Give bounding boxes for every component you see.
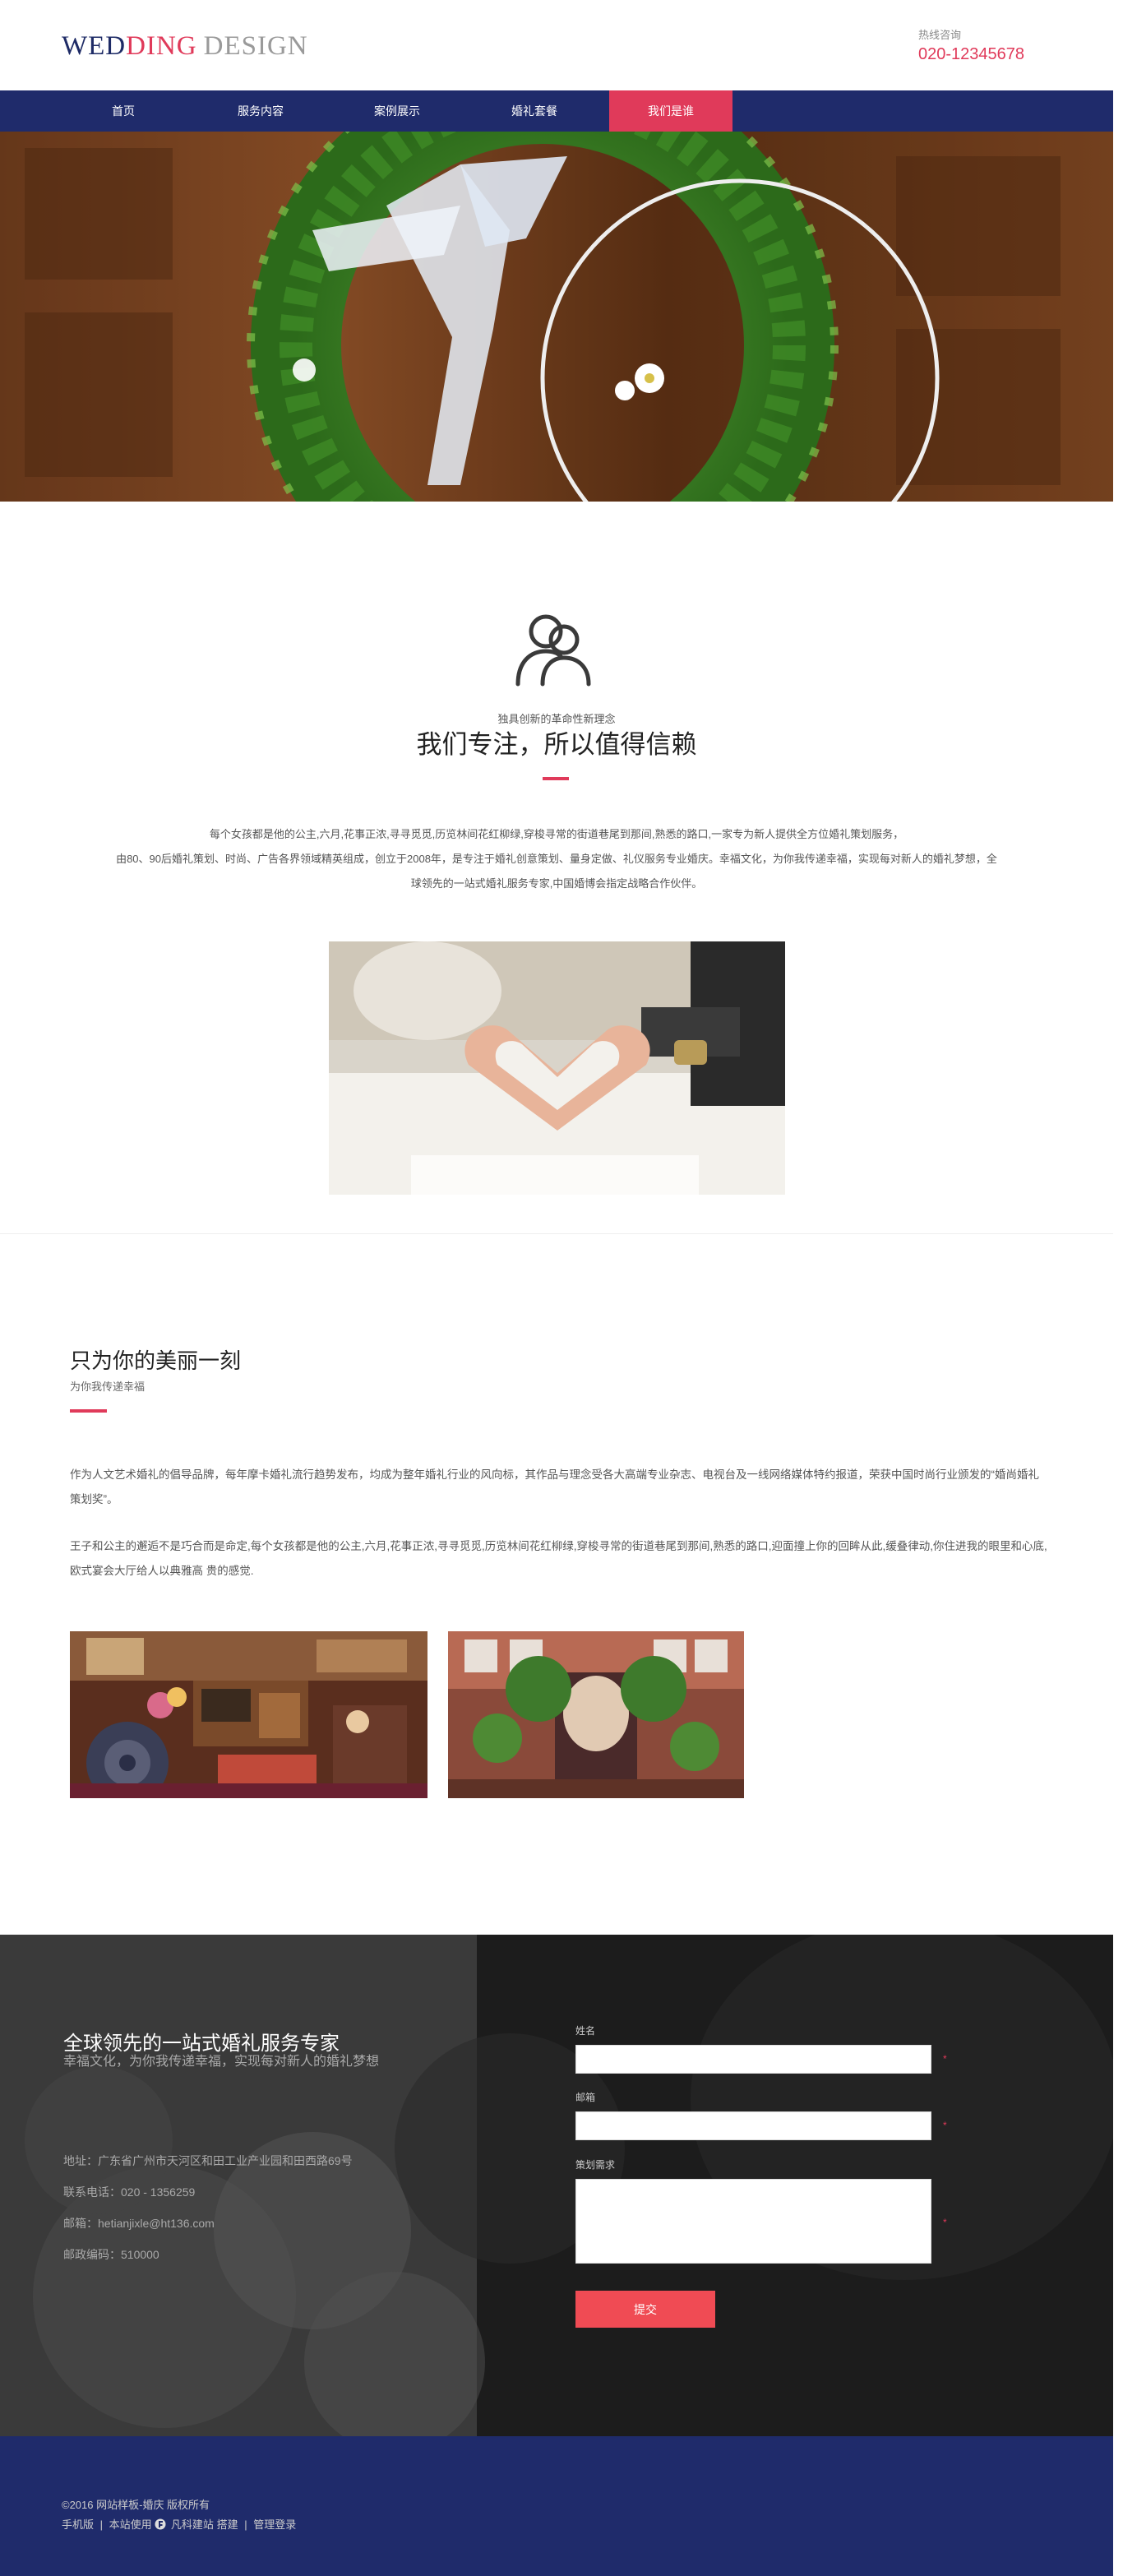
intro-desc-line: 每个女孩都是他的公主,六月,花事正浓,寻寻觅觅,历览林间花红柳绿,穿梭寻常的街道… (209, 828, 904, 840)
hero-banner (0, 132, 1113, 502)
logo-text-part3: DESIGN (203, 31, 308, 61)
contact-postcode: 邮政编码：510000 (63, 2248, 159, 2261)
logo[interactable]: WEDDING DESIGN (62, 31, 308, 62)
footer-separator: | (244, 2518, 247, 2531)
footer-links: 手机版 | 本站使用 凡科建站 搭建 | 管理登录 (62, 2516, 296, 2532)
required-mark: * (943, 2120, 947, 2131)
contact-address: 地址：广东省广州市天河区和田工业产业园和田西路69号 (63, 2154, 353, 2167)
fanke-logo-icon (155, 2518, 166, 2530)
powered-prefix: 本站使用 (109, 2518, 152, 2531)
mobile-version-link[interactable]: 手机版 (62, 2518, 94, 2531)
intro-desc-line: 由80、90后婚礼策划、时尚、广告各界领域精英组成，创立于2008年，是专注于婚… (116, 853, 997, 865)
moment-title: 只为你的美丽一刻 (70, 1348, 242, 1373)
nav-item-home[interactable]: 首页 (62, 90, 185, 132)
logo-text-part1: WED (62, 31, 127, 61)
powered-brand-link[interactable]: 凡科建站 (171, 2518, 214, 2531)
footer: ©2016 网站样板-婚庆 版权所有 手机版 | 本站使用 凡科建站 搭建 | … (0, 2436, 1113, 2576)
contact-phone: 联系电话：020 - 1356259 (63, 2185, 196, 2199)
intro-accent-bar (543, 777, 569, 780)
hotline-label: 热线咨询 (918, 29, 962, 41)
page: WEDDING DESIGN 热线咨询 020-12345678 首页 服务内容 … (0, 0, 1123, 2576)
contact-email: 邮箱：hetianjixle@ht136.com (63, 2217, 215, 2230)
request-textarea[interactable] (575, 2179, 931, 2264)
heart-hands-image (329, 941, 785, 1195)
email-field-label: 邮箱 (575, 2092, 596, 2103)
hero-wreath-image (0, 132, 1113, 502)
powered-suffix: 搭建 (216, 2518, 238, 2531)
nav-item-cases[interactable]: 案例展示 (335, 90, 459, 132)
nav-item-services[interactable]: 服务内容 (199, 90, 322, 132)
required-mark: * (943, 2217, 947, 2228)
vintage-decor-photo (70, 1631, 427, 1798)
nav-item-about[interactable]: 我们是谁 (609, 90, 732, 132)
hotline-phone: 020-12345678 (918, 45, 1025, 63)
main-nav: 首页 服务内容 案例展示 婚礼套餐 我们是谁 (0, 90, 1113, 132)
submit-button[interactable]: 提交 (575, 2291, 715, 2328)
moment-subtitle: 为你我传递幸福 (70, 1380, 146, 1393)
admin-login-link[interactable]: 管理登录 (253, 2518, 296, 2531)
footer-copyright: ©2016 网站样板-婚庆 版权所有 (62, 2499, 210, 2511)
request-field-label: 策划需求 (575, 2159, 616, 2171)
moment-section: 只为你的美丽一刻 为你我传递幸福 作为人文艺术婚礼的倡导品牌，每年摩卡婚礼流行趋… (0, 1234, 1113, 1935)
name-field[interactable] (575, 2045, 931, 2074)
site: WEDDING DESIGN 热线咨询 020-12345678 首页 服务内容 … (0, 0, 1113, 2576)
contact-subtitle: 幸福文化，为你我传递幸福，实现每对新人的婚礼梦想 (63, 2055, 380, 2069)
hotline: 热线咨询 020-12345678 (918, 26, 1024, 64)
floral-storefront-photo (448, 1631, 744, 1798)
name-field-label: 姓名 (575, 2025, 596, 2037)
intro-section: 独具创新的革命性新理念 我们专注，所以值得信赖 每个女孩都是他的公主,六月,花事… (0, 502, 1113, 1233)
nav-item-packages[interactable]: 婚礼套餐 (473, 90, 596, 132)
moment-accent-bar (70, 1409, 107, 1413)
logo-text-part2: DING (126, 31, 197, 61)
contact-section: 全球领先的一站式婚礼服务专家 幸福文化，为你我传递幸福，实现每对新人的婚礼梦想 … (0, 1935, 1113, 2436)
header: WEDDING DESIGN 热线咨询 020-12345678 (0, 0, 1113, 90)
intro-desc-line: 球领先的一站式婚礼服务专家,中国婚博会指定战略合作伙伴。 (410, 877, 703, 890)
people-icon (515, 614, 591, 687)
intro-description: 每个女孩都是他的公主,六月,花事正浓,寻寻觅觅,历览林间花红柳绿,穿梭寻常的街道… (66, 822, 1047, 896)
intro-heading: 我们专注，所以值得信赖 (416, 730, 697, 759)
required-mark: * (943, 2053, 947, 2065)
moment-paragraph-1: 作为人文艺术婚礼的倡导品牌，每年摩卡婚礼流行趋势发布，均成为整年婚礼行业的风向标… (70, 1468, 1039, 1505)
footer-separator: | (99, 2518, 104, 2531)
moment-paragraph-2: 王子和公主的邂逅不是巧合而是命定,每个女孩都是他的公主,六月,花事正浓,寻寻觅觅… (70, 1540, 1047, 1577)
email-field[interactable] (575, 2111, 931, 2140)
